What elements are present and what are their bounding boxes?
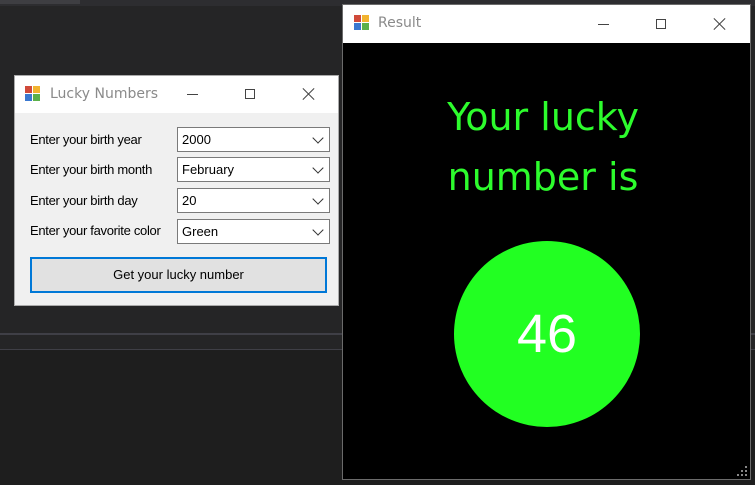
minimize-icon bbox=[187, 94, 198, 95]
birth-year-value: 2000 bbox=[182, 132, 211, 147]
birth-month-value: February bbox=[182, 162, 235, 177]
maximize-icon bbox=[245, 89, 255, 99]
headline-line-1: Your lucky bbox=[447, 95, 639, 139]
birth-day-select[interactable]: 20 bbox=[177, 188, 330, 213]
app-icon bbox=[25, 86, 41, 102]
resize-grip-icon[interactable] bbox=[737, 466, 747, 476]
window-title: Result bbox=[378, 15, 422, 31]
chevron-down-icon bbox=[312, 224, 324, 236]
minimize-button[interactable] bbox=[592, 14, 616, 34]
chevron-down-icon bbox=[312, 193, 324, 205]
birth-year-label: Enter your birth year bbox=[30, 132, 142, 147]
lucky-numbers-window: Lucky Numbers Enter your birth year 2000… bbox=[14, 75, 339, 306]
get-lucky-number-button[interactable]: Get your lucky number bbox=[30, 257, 327, 293]
favorite-color-label: Enter your favorite color bbox=[30, 223, 161, 238]
maximize-button[interactable] bbox=[650, 14, 674, 34]
birth-month-select[interactable]: February bbox=[177, 157, 330, 182]
minimize-icon bbox=[598, 24, 609, 25]
close-icon bbox=[302, 87, 316, 101]
birth-day-label: Enter your birth day bbox=[30, 193, 138, 208]
app-icon bbox=[354, 15, 370, 31]
chevron-down-icon bbox=[312, 132, 324, 144]
chevron-down-icon bbox=[312, 162, 324, 174]
result-headline: Your lucky number is bbox=[403, 87, 683, 207]
close-icon bbox=[713, 17, 727, 31]
minimize-button[interactable] bbox=[181, 84, 205, 104]
favorite-color-select[interactable]: Green bbox=[177, 219, 330, 244]
maximize-icon bbox=[656, 19, 666, 29]
window-title: Lucky Numbers bbox=[50, 86, 159, 102]
close-button[interactable] bbox=[708, 14, 732, 34]
favorite-color-value: Green bbox=[182, 224, 219, 239]
close-button[interactable] bbox=[297, 84, 321, 104]
lucky-number-value: 46 bbox=[516, 304, 578, 364]
title-bar[interactable]: Result bbox=[343, 5, 750, 43]
headline-line-2: number is bbox=[447, 155, 639, 199]
result-window: Result Your lucky number is 46 bbox=[342, 4, 751, 480]
title-bar[interactable]: Lucky Numbers bbox=[15, 76, 338, 113]
maximize-button[interactable] bbox=[239, 84, 263, 104]
birth-month-label: Enter your birth month bbox=[30, 162, 153, 177]
ide-tab-fragment bbox=[0, 0, 80, 4]
birth-day-value: 20 bbox=[182, 193, 197, 208]
birth-year-select[interactable]: 2000 bbox=[177, 127, 330, 152]
